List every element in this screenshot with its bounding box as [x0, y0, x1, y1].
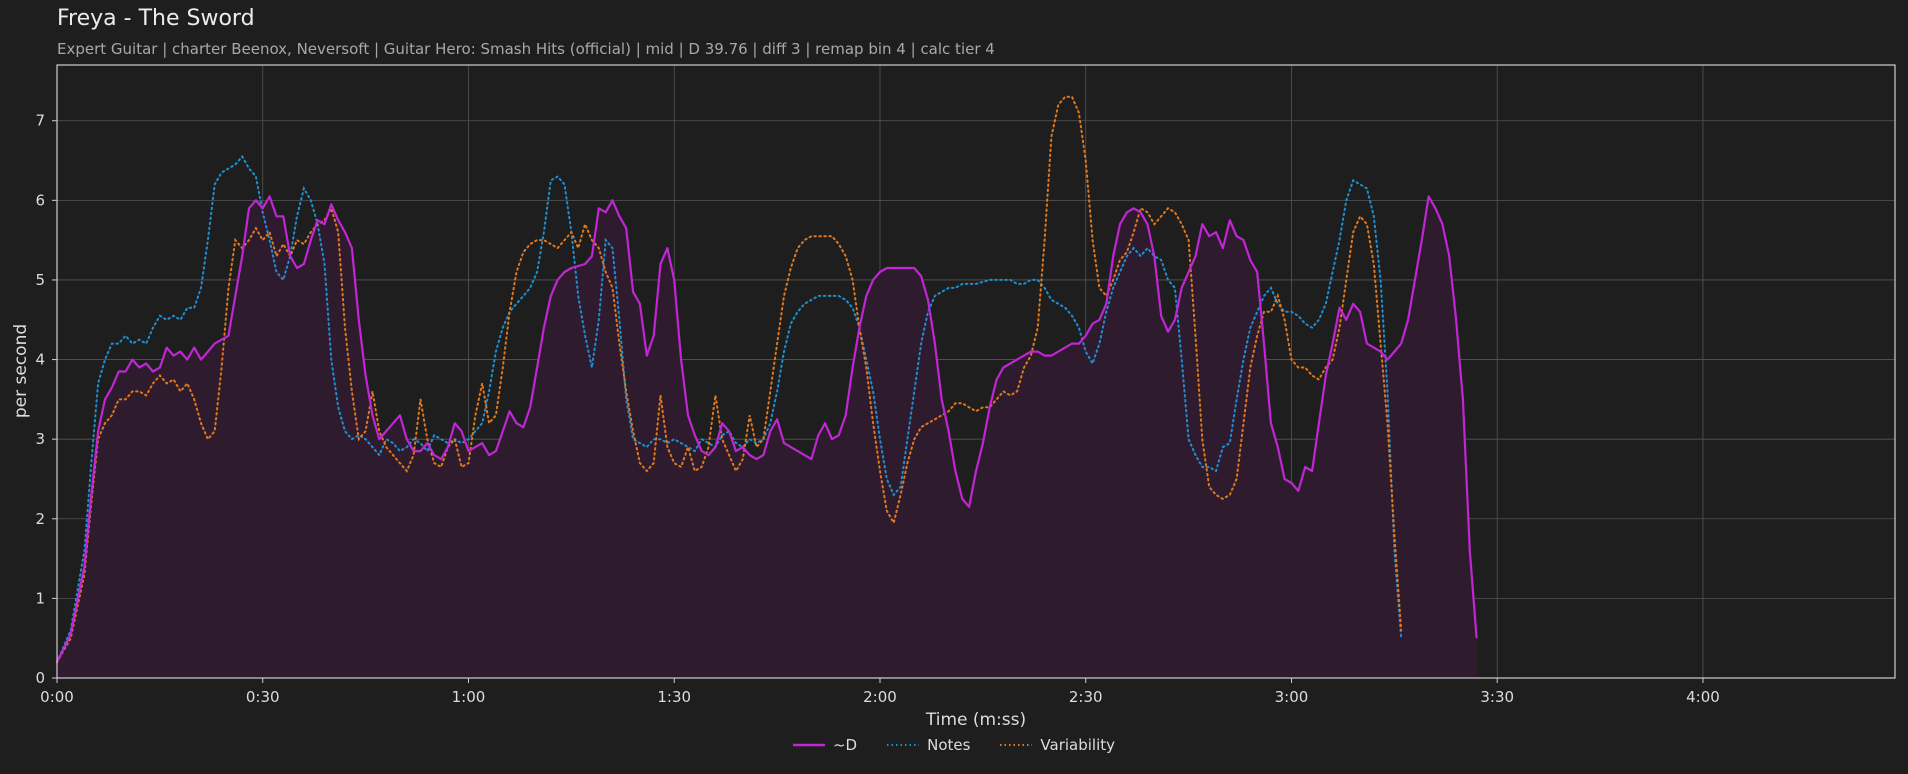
legend-item-variability[interactable]: Variability	[1000, 736, 1115, 754]
x-tick-label: 2:30	[1069, 688, 1103, 706]
x-tick-label: 3:00	[1275, 688, 1309, 706]
legend-label-variability: Variability	[1040, 736, 1116, 754]
x-axis-ticks: 0:00 0:30 1:00 1:30 2:00 2:30 3:00 3:30 4:00	[40, 678, 1720, 706]
y-tick-label: 4	[35, 351, 45, 369]
legend-swatch-variability	[1000, 744, 1033, 746]
legend-item-d[interactable]: ~D	[792, 736, 858, 754]
x-axis-label: Time (m:ss)	[925, 710, 1026, 730]
y-tick-label: 3	[35, 430, 45, 448]
x-tick-label: 2:00	[863, 688, 897, 706]
y-tick-label: 5	[35, 271, 45, 289]
legend: ~D Notes Variability	[0, 736, 1908, 754]
legend-swatch-notes	[887, 744, 920, 746]
x-tick-label: 4:00	[1686, 688, 1720, 706]
x-tick-label: 0:30	[246, 688, 280, 706]
x-tick-label: 1:00	[452, 688, 486, 706]
legend-swatch-d	[792, 743, 825, 747]
x-tick-label: 0:00	[40, 688, 74, 706]
y-tick-label: 1	[35, 589, 45, 607]
y-tick-label: 2	[35, 510, 45, 528]
y-tick-label: 6	[35, 191, 45, 209]
chart-canvas: 0:00 0:30 1:00 1:30 2:00 2:30 3:00 3:30 4:00 0 1 2…	[11, 64, 1896, 730]
y-tick-label: 7	[35, 112, 45, 130]
y-axis-ticks: 0 1 2 3 4 5 6 7	[35, 112, 57, 687]
legend-label-notes: Notes	[927, 736, 971, 754]
y-axis-label: per second	[11, 324, 31, 418]
x-tick-label: 1:30	[657, 688, 691, 706]
legend-label-d: ~D	[832, 736, 858, 754]
x-tick-label: 3:30	[1480, 688, 1514, 706]
y-tick-label: 0	[35, 669, 45, 687]
legend-item-notes[interactable]: Notes	[887, 736, 970, 754]
